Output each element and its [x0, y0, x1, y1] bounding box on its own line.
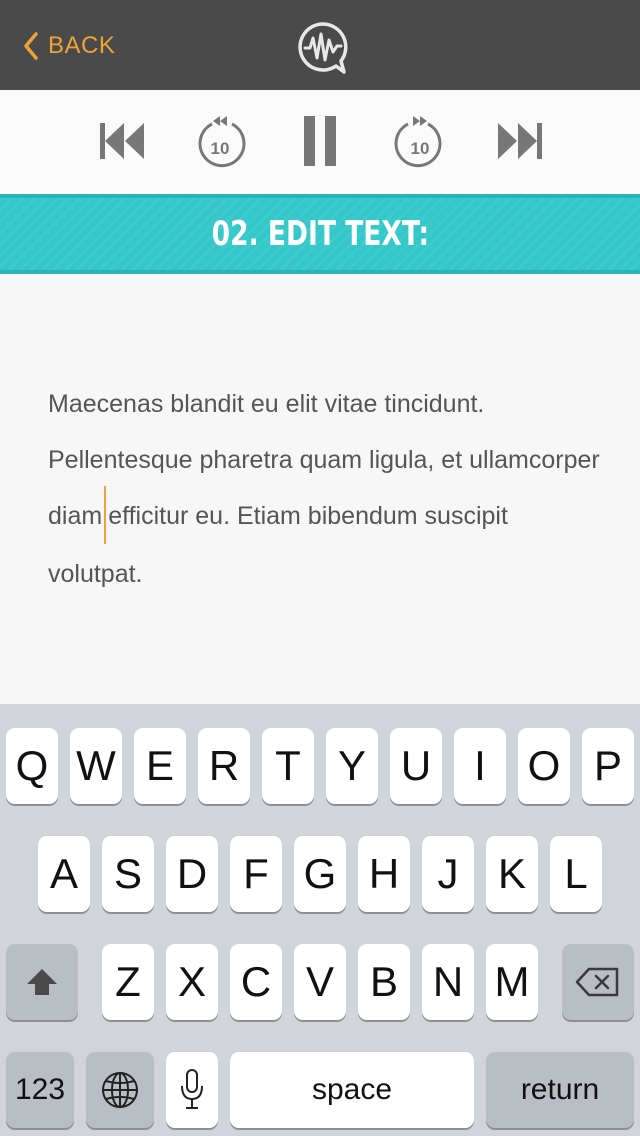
back-button-label: BACK [48, 32, 116, 59]
key-t[interactable]: T [262, 728, 314, 804]
key-s[interactable]: S [102, 836, 154, 912]
microphone-key[interactable] [166, 1052, 218, 1128]
key-v[interactable]: V [294, 944, 346, 1020]
return-key[interactable]: return [486, 1052, 634, 1128]
key-r[interactable]: R [198, 728, 250, 804]
key-c[interactable]: C [230, 944, 282, 1020]
numbers-key-label: 123 [14, 1073, 66, 1106]
rewind-10-icon: 10 [198, 116, 246, 168]
key-o[interactable]: O [518, 728, 570, 804]
forward-10-button[interactable]: 10 [392, 112, 448, 170]
top-nav-bar: BACK [0, 0, 640, 90]
player-controls: 10 10 [0, 90, 640, 196]
backspace-icon [575, 967, 619, 997]
forward-10-label: 10 [411, 139, 430, 158]
return-key-label: return [520, 1073, 600, 1106]
skip-forward-icon [498, 123, 542, 159]
key-f[interactable]: F [230, 836, 282, 912]
globe-key[interactable] [86, 1052, 154, 1128]
key-y[interactable]: Y [326, 728, 378, 804]
space-key-label: space [311, 1073, 393, 1106]
key-l[interactable]: L [550, 836, 602, 912]
microphone-icon [181, 1069, 203, 1109]
key-q[interactable]: Q [6, 728, 58, 804]
text-editor[interactable]: Maecenas blandit eu elit vitae tincidunt… [0, 274, 640, 704]
waveform-speech-bubble-icon [298, 22, 348, 74]
space-key[interactable]: space [230, 1052, 474, 1128]
shift-key[interactable] [6, 944, 78, 1020]
skip-forward-button[interactable] [494, 112, 546, 170]
skip-back-button[interactable] [96, 112, 148, 170]
key-w[interactable]: W [70, 728, 122, 804]
rewind-10-button[interactable]: 10 [192, 112, 248, 170]
rewind-10-label: 10 [211, 139, 230, 158]
key-a[interactable]: A [38, 836, 90, 912]
delete-key[interactable] [562, 944, 634, 1020]
key-x[interactable]: X [166, 944, 218, 1020]
editable-paragraph[interactable]: Maecenas blandit eu elit vitae tincidunt… [48, 376, 608, 602]
key-h[interactable]: H [358, 836, 410, 912]
pause-button[interactable] [300, 112, 340, 170]
back-button[interactable]: BACK [22, 28, 115, 64]
forward-10-icon: 10 [394, 116, 442, 168]
shift-arrow-icon [27, 969, 57, 995]
onscreen-keyboard: Q W E R T Y U I O P A S D F G H J K L Z … [0, 704, 640, 1136]
skip-back-icon [100, 123, 144, 159]
chevron-left-icon [24, 32, 38, 60]
key-k[interactable]: K [486, 836, 538, 912]
numbers-key[interactable]: 123 [6, 1052, 74, 1128]
text-caret [104, 486, 107, 545]
section-banner: 02. EDIT TEXT: [0, 194, 640, 274]
key-m[interactable]: M [486, 944, 538, 1020]
key-u[interactable]: U [390, 728, 442, 804]
key-j[interactable]: J [422, 836, 474, 912]
key-d[interactable]: D [166, 836, 218, 912]
key-b[interactable]: B [358, 944, 410, 1020]
key-p[interactable]: P [582, 728, 634, 804]
key-z[interactable]: Z [102, 944, 154, 1020]
key-i[interactable]: I [454, 728, 506, 804]
key-g[interactable]: G [294, 836, 346, 912]
section-title: 02. EDIT TEXT: [211, 214, 429, 254]
key-n[interactable]: N [422, 944, 474, 1020]
pause-icon [304, 116, 336, 166]
text-after-caret: efficitur eu. Etiam bibendum suscipit vo… [48, 502, 508, 589]
key-e[interactable]: E [134, 728, 186, 804]
globe-icon [102, 1072, 138, 1108]
